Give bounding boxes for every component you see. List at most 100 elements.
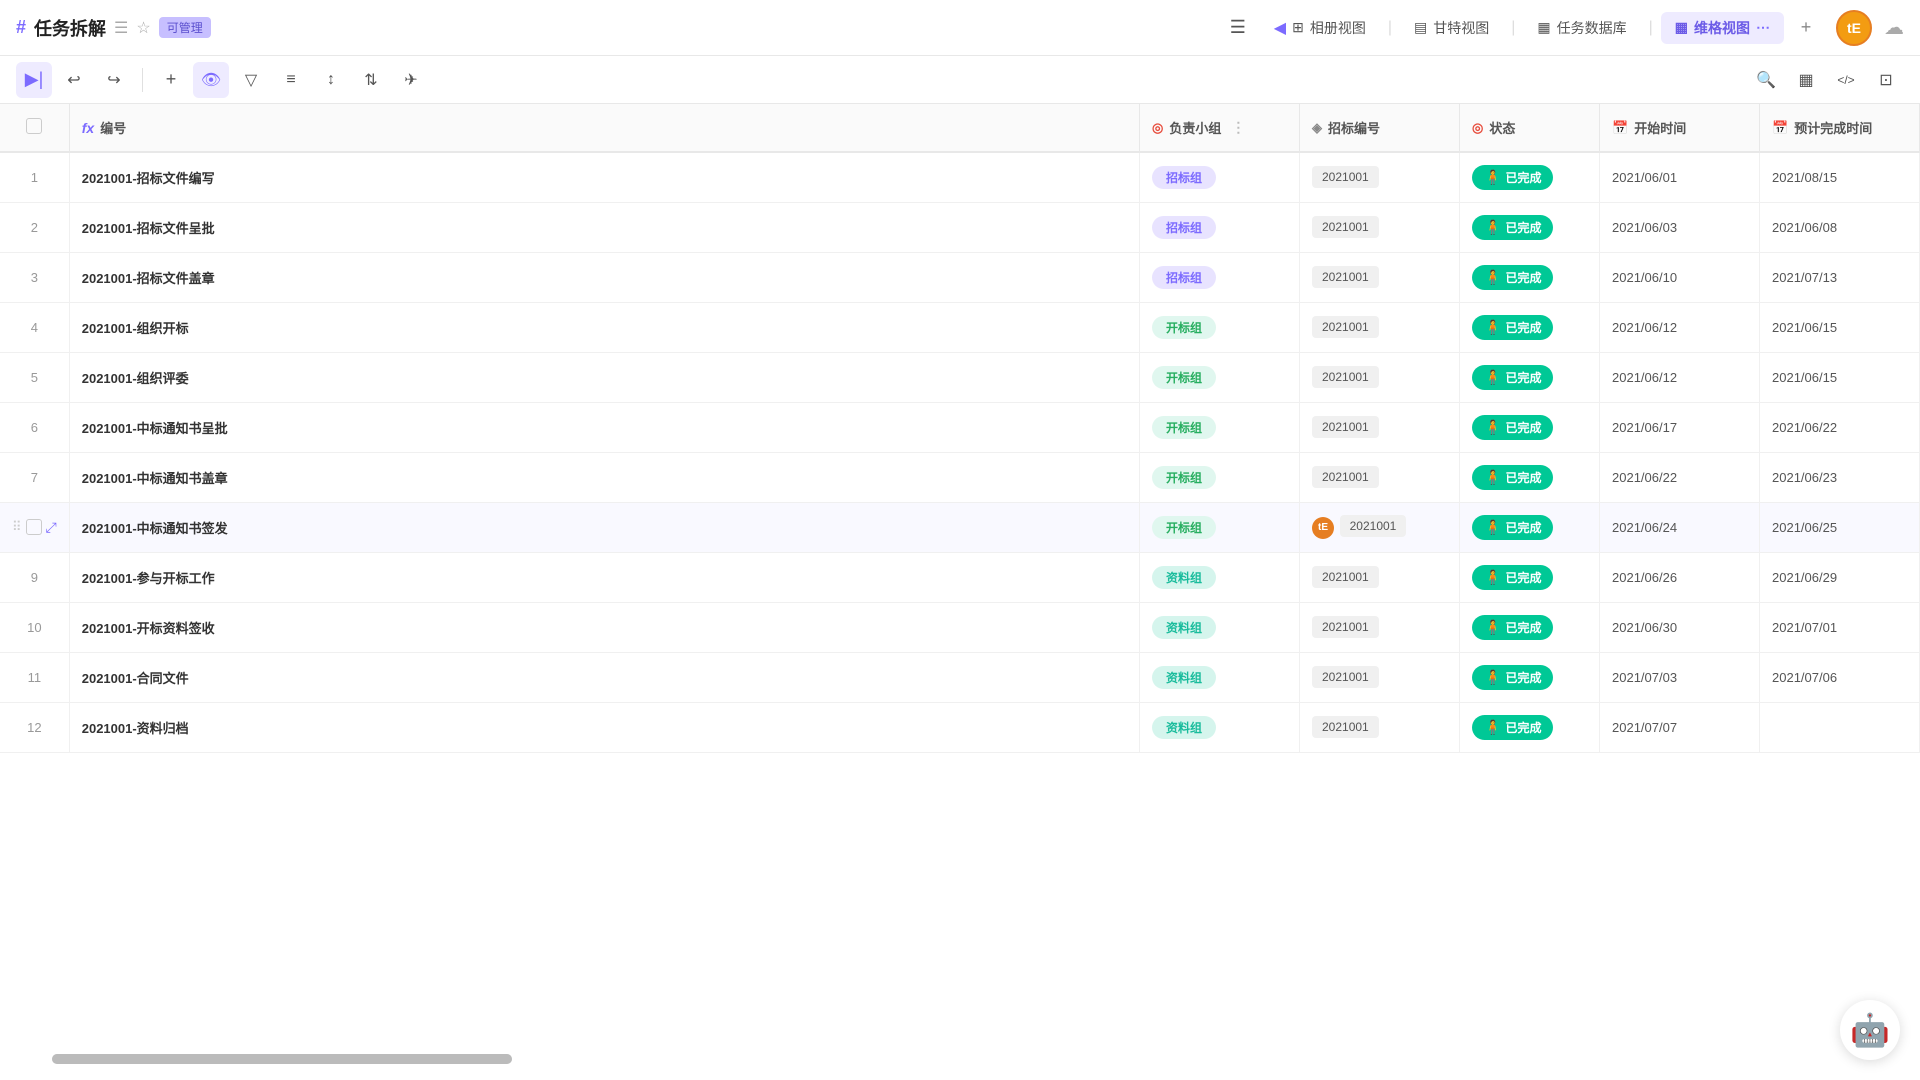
td-end: 2021/06/29 [1760,552,1920,602]
td-start: 2021/06/24 [1600,502,1760,552]
order-btn[interactable]: ⇅ [353,62,389,98]
td-checkbox[interactable]: 10 [0,602,69,652]
code-btn[interactable]: </> [1828,62,1864,98]
table-row[interactable]: 10 2021001-开标资料签收 资料组 2021001 🧍 已完成 2021… [0,602,1920,652]
expand-row-icon[interactable]: ⤢ [46,519,57,536]
select-all-checkbox[interactable] [26,118,42,134]
td-checkbox[interactable]: 5 [0,352,69,402]
nav-sep-2: | [1511,19,1515,37]
sort-btn[interactable]: ↕ [313,62,349,98]
table-row[interactable]: 7 2021001-中标通知书盖章 开标组 2021001 🧍 已完成 2021… [0,452,1920,502]
th-start-icon: 📅 [1612,120,1628,136]
td-end: 2021/07/01 [1760,602,1920,652]
plugin-btn[interactable]: ⊡ [1868,62,1904,98]
save-view-btn[interactable]: ▦ [1788,62,1824,98]
tab-gantt[interactable]: ▤ 甘特视图 [1400,12,1503,44]
add-record-btn[interactable]: + [153,62,189,98]
group-badge: 开标组 [1152,516,1216,539]
group-badge: 开标组 [1152,366,1216,389]
td-checkbox[interactable]: 1 [0,152,69,202]
status-done-icon: 🧍 [1484,469,1501,486]
row-num: 7 [31,470,38,485]
user-avatar[interactable]: tE [1836,10,1872,46]
table-row[interactable]: 11 2021001-合同文件 资料组 2021001 🧍 已完成 2021/0… [0,652,1920,702]
table-wrapper[interactable]: fx 编号 ◎ 负责小组 ⋮ ◈ 招标编 [0,104,1920,1080]
add-view-btn[interactable]: + [1788,10,1824,46]
th-group-menu-icon[interactable]: ⋮ [1231,119,1245,136]
bookmark-icon[interactable]: ☆ [136,18,150,38]
filter-btn[interactable]: ▽ [233,62,269,98]
panel-toggle-btn[interactable]: ▶| [16,62,52,98]
horizontal-scrollbar[interactable] [52,1054,512,1064]
share-btn[interactable]: ✈ [393,62,429,98]
redo-btn[interactable]: ↪ [96,62,132,98]
td-checkbox[interactable]: 3 [0,252,69,302]
table-row[interactable]: 3 2021001-招标文件盖章 招标组 2021001 🧍 已完成 2021/… [0,252,1920,302]
tab-database[interactable]: ▦ 任务数据库 [1523,12,1640,44]
td-row-actions[interactable]: ⠿ ⤢ [0,502,69,552]
th-checkbox[interactable] [0,104,69,152]
table-row[interactable]: 1 2021001-招标文件编写 招标组 2021001 🧍 已完成 2021/… [0,152,1920,202]
td-start: 2021/06/26 [1600,552,1760,602]
cloud-icon: ☁ [1884,15,1904,40]
table-row[interactable]: 2 2021001-招标文件呈批 招标组 2021001 🧍 已完成 2021/… [0,202,1920,252]
nav-back-icon: ◀ [1274,18,1286,38]
td-name: 2021001-开标资料签收 [69,602,1139,652]
tab-vika[interactable]: ▦ 维格视图 ⋯ [1661,12,1784,44]
td-checkbox[interactable]: 4 [0,302,69,352]
end-date: 2021/06/15 [1772,370,1837,385]
group-btn[interactable]: ≡ [273,62,309,98]
table-row[interactable]: 4 2021001-组织开标 开标组 2021001 🧍 已完成 2021/06… [0,302,1920,352]
manageable-badge: 可管理 [159,17,211,38]
td-start: 2021/06/12 [1600,352,1760,402]
status-text: 已完成 [1505,269,1541,286]
table-row[interactable]: ⠿ ⤢ 2021001-中标通知书签发 开标组 tE 2021001 🧍 [0,502,1920,552]
td-checkbox[interactable]: 2 [0,202,69,252]
end-date: 2021/06/25 [1772,520,1837,535]
row-num: 2 [31,220,38,235]
table-row[interactable]: 5 2021001-组织评委 开标组 2021001 🧍 已完成 2021/06… [0,352,1920,402]
status-badge: 🧍 已完成 [1472,515,1553,540]
status-text: 已完成 [1505,619,1541,636]
td-status: 🧍 已完成 [1460,202,1600,252]
user-inline-avatar: tE [1312,517,1334,539]
td-bidnum: 2021001 [1300,252,1460,302]
start-date: 2021/06/24 [1612,520,1677,535]
start-date: 2021/06/17 [1612,420,1677,435]
end-date: 2021/06/08 [1772,220,1837,235]
end-date: 2021/07/01 [1772,620,1837,635]
vika-more-icon[interactable]: ⋯ [1756,19,1770,36]
nav-menu-btn[interactable]: ☰ [1220,10,1256,46]
status-done-icon: 🧍 [1484,319,1501,336]
td-status: 🧍 已完成 [1460,552,1600,602]
td-checkbox[interactable]: 12 [0,702,69,752]
search-btn[interactable]: 🔍 [1748,62,1784,98]
status-done-icon: 🧍 [1484,569,1501,586]
td-checkbox[interactable]: 9 [0,552,69,602]
start-date: 2021/06/26 [1612,570,1677,585]
td-group: 招标组 [1140,202,1300,252]
table-row[interactable]: 6 2021001-中标通知书呈批 开标组 2021001 🧍 已完成 2021… [0,402,1920,452]
td-name: 2021001-组织开标 [69,302,1139,352]
td-group: 开标组 [1140,352,1300,402]
td-end: 2021/06/08 [1760,202,1920,252]
undo-btn[interactable]: ↩ [56,62,92,98]
mascot-widget[interactable]: 🤖 [1840,1000,1900,1060]
row-num: 12 [27,720,41,735]
th-start: 📅 开始时间 [1600,104,1760,152]
table-row[interactable]: 9 2021001-参与开标工作 资料组 2021001 🧍 已完成 2021/… [0,552,1920,602]
task-table: fx 编号 ◎ 负责小组 ⋮ ◈ 招标编 [0,104,1920,753]
drag-handle-icon[interactable]: ⠿ [12,519,22,535]
view-toggle-btn[interactable]: 👁 [193,62,229,98]
td-end: 2021/06/15 [1760,352,1920,402]
row-checkbox[interactable] [26,519,42,535]
td-checkbox[interactable]: 7 [0,452,69,502]
td-checkbox[interactable]: 6 [0,402,69,452]
row-num: 1 [31,170,38,185]
scrollbar-thumb[interactable] [52,1054,512,1064]
td-end: 2021/07/13 [1760,252,1920,302]
table-row[interactable]: 12 2021001-资料归档 资料组 2021001 🧍 已完成 2021/0… [0,702,1920,752]
tab-album[interactable]: ◀ ⊞ 相册视图 [1260,12,1380,44]
grid-icon-sm[interactable]: ☰ [114,18,128,38]
td-checkbox[interactable]: 11 [0,652,69,702]
